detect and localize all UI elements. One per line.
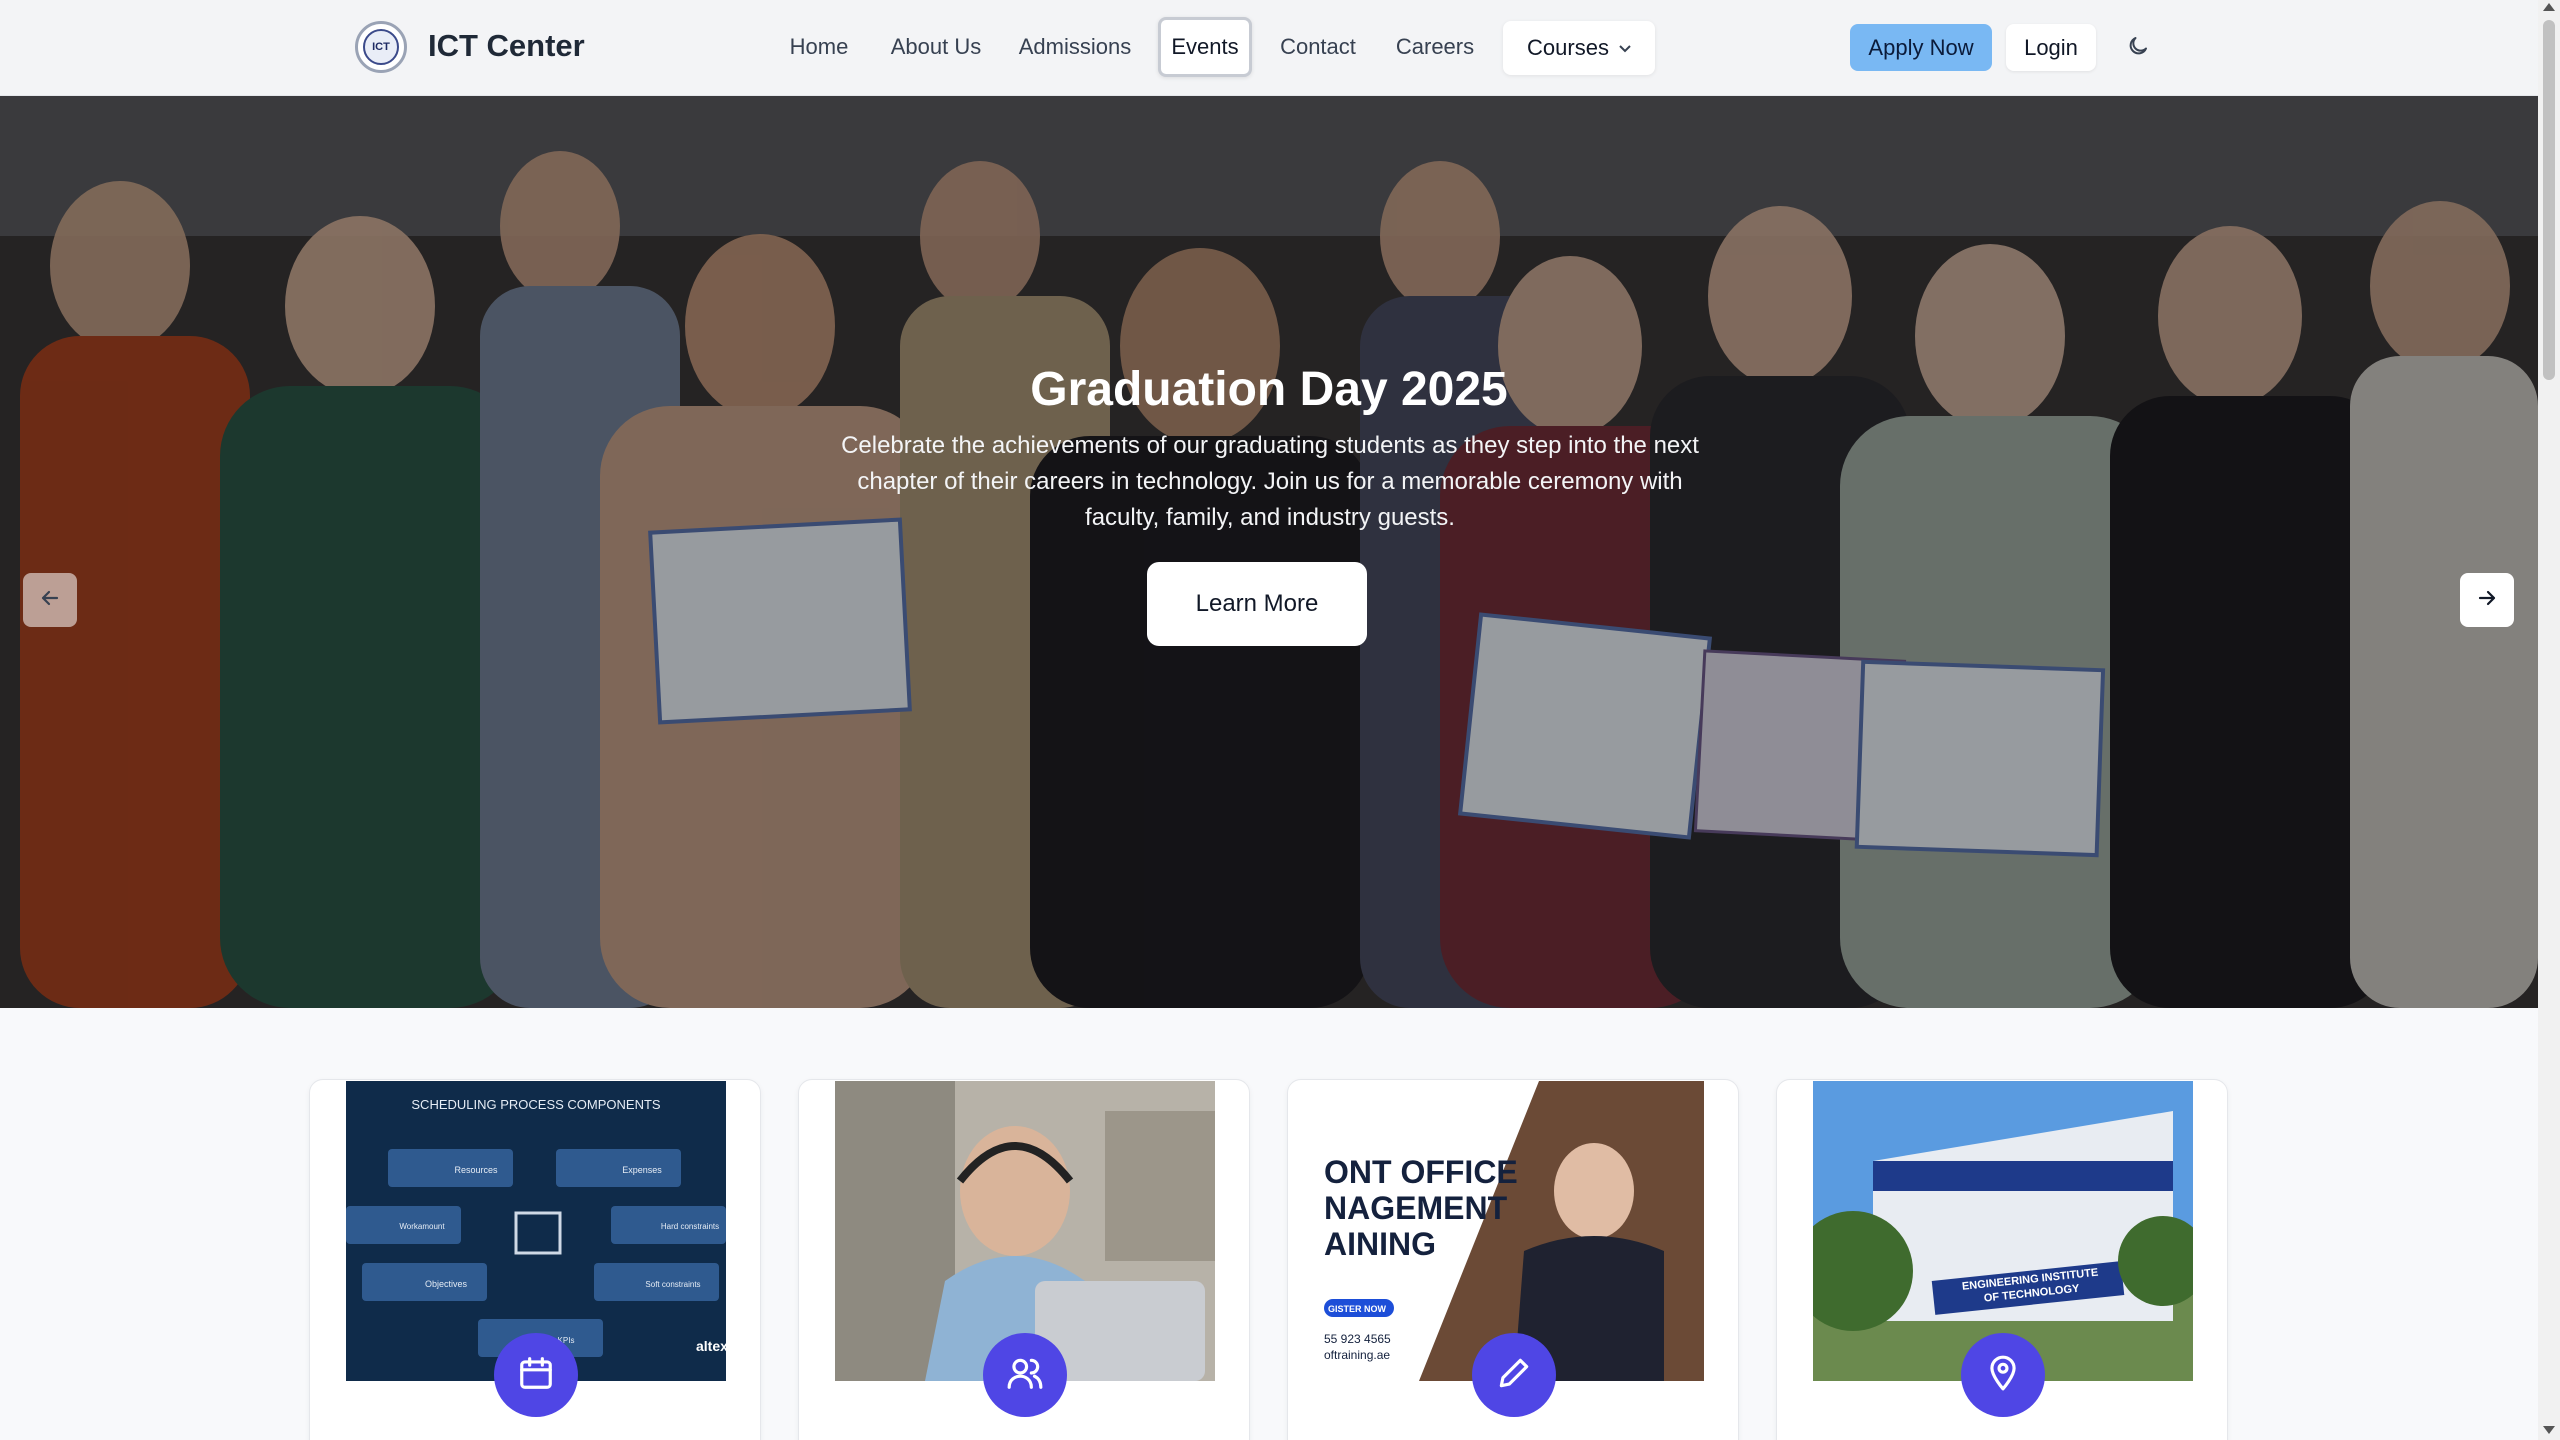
- card-icon-button[interactable]: [1472, 1333, 1556, 1417]
- nav-about-us[interactable]: About Us: [880, 17, 992, 77]
- moon-icon: [2126, 34, 2150, 63]
- hero-description: Celebrate the achievements of our gradua…: [841, 432, 1699, 531]
- hero-overlay: [0, 96, 2538, 1008]
- nav-admissions[interactable]: Admissions: [1012, 17, 1138, 77]
- nav-home[interactable]: Home: [778, 17, 860, 77]
- event-card[interactable]: [798, 1079, 1250, 1440]
- event-card[interactable]: SCHEDULING PROCESS COMPONENTS Resources …: [309, 1079, 761, 1440]
- theme-toggle-button[interactable]: [2122, 32, 2154, 64]
- hero-carousel: Graduation Day 2025 Celebrate the achiev…: [0, 96, 2538, 1008]
- nav-courses-dropdown[interactable]: Courses: [1503, 21, 1655, 75]
- apply-now-button[interactable]: Apply Now: [1850, 24, 1992, 71]
- nav-events[interactable]: Events: [1158, 17, 1252, 77]
- card-icon-button[interactable]: [1961, 1333, 2045, 1417]
- scroll-up-icon[interactable]: [2543, 3, 2555, 11]
- carousel-next-button[interactable]: [2460, 573, 2514, 627]
- card-icon-button[interactable]: [494, 1333, 578, 1417]
- svg-text:altex: altex: [696, 1338, 726, 1354]
- calendar-icon: [517, 1354, 555, 1397]
- svg-text:55 923 4565: 55 923 4565: [1324, 1332, 1391, 1346]
- chevron-down-icon: [1619, 40, 1631, 56]
- nav-courses-label: Courses: [1527, 35, 1609, 60]
- svg-text:AINING: AINING: [1324, 1226, 1436, 1262]
- map-pin-icon: [1984, 1354, 2022, 1397]
- pencil-icon: [1495, 1354, 1533, 1397]
- svg-text:ONT OFFICE: ONT OFFICE: [1324, 1154, 1518, 1190]
- carousel-prev-button[interactable]: [23, 573, 77, 627]
- event-card[interactable]: ONT OFFICE NAGEMENT AINING GISTER NOW 55…: [1287, 1079, 1739, 1440]
- event-card[interactable]: ENGINEERING INSTITUTE OF TECHNOLOGY: [1776, 1079, 2228, 1440]
- login-button[interactable]: Login: [2006, 24, 2096, 71]
- svg-text:Workamount: Workamount: [399, 1222, 445, 1231]
- svg-text:Expenses: Expenses: [622, 1165, 662, 1175]
- arrow-left-icon: [39, 587, 61, 614]
- users-icon: [1006, 1354, 1044, 1397]
- svg-text:Soft constraints: Soft constraints: [645, 1280, 700, 1289]
- site-header: ICT ICT Center Home About Us Admissions …: [0, 0, 2538, 96]
- nav-contact[interactable]: Contact: [1272, 17, 1364, 77]
- brand-name[interactable]: ICT Center: [428, 28, 585, 64]
- svg-text:SCHEDULING PROCESS COMPONENTS: SCHEDULING PROCESS COMPONENTS: [411, 1097, 661, 1112]
- svg-text:oftraining.ae: oftraining.ae: [1324, 1348, 1390, 1362]
- nav-careers[interactable]: Careers: [1384, 17, 1486, 77]
- svg-text:Objectives: Objectives: [425, 1279, 468, 1289]
- logo[interactable]: ICT: [355, 21, 407, 73]
- page-scrollbar[interactable]: [2538, 0, 2560, 1440]
- arrow-right-icon: [2476, 587, 2498, 614]
- scroll-down-icon[interactable]: [2543, 1426, 2555, 1434]
- svg-text:Hard constraints: Hard constraints: [661, 1222, 719, 1231]
- svg-text:GISTER NOW: GISTER NOW: [1328, 1304, 1387, 1314]
- learn-more-button[interactable]: Learn More: [1147, 562, 1367, 646]
- svg-text:NAGEMENT: NAGEMENT: [1324, 1190, 1508, 1226]
- svg-text:Resources: Resources: [454, 1165, 498, 1175]
- card-icon-button[interactable]: [983, 1333, 1067, 1417]
- scrollbar-thumb[interactable]: [2543, 20, 2555, 380]
- hero-title: Graduation Day 2025: [1030, 363, 1508, 416]
- logo-mark: ICT: [363, 29, 399, 65]
